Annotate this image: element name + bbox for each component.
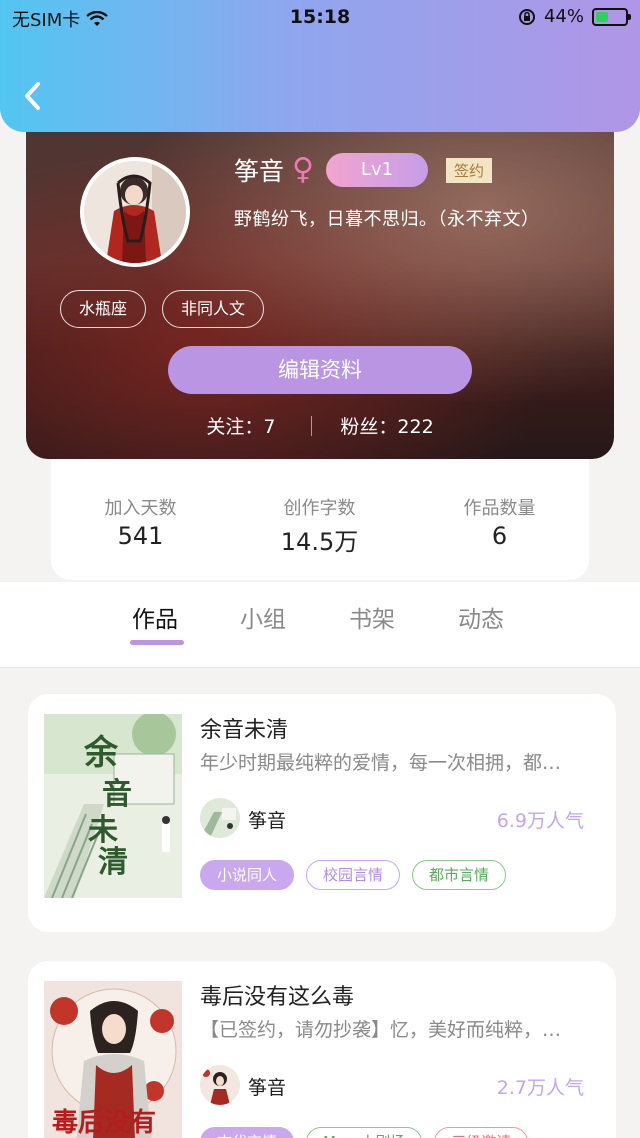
tab-bar: 作品 小组 书架 动态 xyxy=(0,582,640,668)
svg-text:毒后没有: 毒后没有 xyxy=(52,1108,156,1138)
work-description: 年少时期最纯粹的爱情，每一次相拥，都… xyxy=(200,752,562,774)
svg-text:清: 清 xyxy=(98,845,128,880)
back-button[interactable] xyxy=(18,78,50,114)
author-name[interactable]: 筝音 xyxy=(248,1073,286,1100)
stat-value: 6 xyxy=(491,522,508,550)
book-cover-image: 余 音 未 清 xyxy=(44,714,182,898)
work-tags: 古代言情 Mary小剧场 三级邀请 xyxy=(200,1127,529,1138)
tab-groups[interactable]: 小组 xyxy=(240,600,286,634)
book-cover[interactable]: 余 音 未 清 xyxy=(44,714,182,898)
level-badge: Lv1 xyxy=(326,153,428,187)
edit-profile-button[interactable]: 编辑资料 xyxy=(168,346,472,394)
followers-count[interactable]: 粉丝：222 xyxy=(340,412,433,439)
battery-area: 44% xyxy=(518,6,631,27)
stat-value: 14.5万 xyxy=(280,528,359,556)
divider xyxy=(311,415,313,436)
profile-tags: 水瓶座 非同人文 xyxy=(60,290,265,328)
battery-percent: 44% xyxy=(543,6,584,27)
author-name[interactable]: 筝音 xyxy=(248,806,286,833)
genre-tag[interactable]: 古代言情 xyxy=(200,1127,295,1138)
work-title[interactable]: 毒后没有这么毒 xyxy=(200,979,354,1011)
work-description: 【已签约，请勿抄袭】忆，美好而纯粹，… xyxy=(200,1019,562,1041)
book-cover[interactable]: 毒后没有 这么毒 xyxy=(44,981,182,1138)
stat-value: 541 xyxy=(117,522,164,550)
popularity-count: 2.7万人气 xyxy=(496,1077,584,1099)
stat-join-days: 加入天数 541 xyxy=(51,494,230,550)
avatar-image xyxy=(84,161,186,263)
profile-tag: 非同人文 xyxy=(162,290,265,328)
chevron-left-icon xyxy=(25,82,40,110)
svg-text:余: 余 xyxy=(83,733,119,773)
status-bar: 无SIM卡 15:18 44% xyxy=(0,0,640,36)
work-title[interactable]: 余音未清 xyxy=(200,712,288,744)
tab-bookshelf[interactable]: 书架 xyxy=(349,600,395,634)
genre-tag[interactable]: 校园言情 xyxy=(306,860,401,890)
signed-badge: 签约 xyxy=(446,157,493,183)
tab-works[interactable]: 作品 xyxy=(132,600,178,634)
stat-label: 加入天数 xyxy=(104,498,177,519)
stat-label: 作品数量 xyxy=(463,498,536,519)
work-card[interactable]: 余 音 未 清 余音未清 年少时期最纯粹的爱情，每一次相拥，都… 筝音 6.9万… xyxy=(28,694,616,932)
book-cover-image: 毒后没有 这么毒 xyxy=(44,981,182,1138)
profile-tag: 水瓶座 xyxy=(60,290,147,328)
genre-tag[interactable]: 都市言情 xyxy=(412,860,507,890)
active-tab-indicator xyxy=(130,640,184,645)
svg-text:未: 未 xyxy=(88,813,118,848)
name-row: 筝音 ♀ Lv1 签约 xyxy=(234,152,493,188)
battery-fill xyxy=(596,11,609,22)
svg-text:音: 音 xyxy=(102,777,132,812)
stat-works-count: 作品数量 6 xyxy=(410,494,589,550)
genre-tag[interactable]: Mary小剧场 xyxy=(306,1127,423,1138)
battery-icon xyxy=(592,7,631,26)
profile-card: 筝音 ♀ Lv1 签约 野鹤纷飞，日暮不思归。（永不弃文） 水瓶座 非同人文 编… xyxy=(26,100,614,459)
stat-word-count: 创作字数 14.5万 xyxy=(230,494,409,557)
author-avatar[interactable] xyxy=(200,798,240,838)
genre-tag[interactable]: 三级邀请 xyxy=(434,1127,529,1138)
stats-card: 加入天数 541 创作字数 14.5万 作品数量 6 xyxy=(51,438,589,580)
work-card[interactable]: 毒后没有 这么毒 毒后没有这么毒 【已签约，请勿抄袭】忆，美好而纯粹，… 筝音 … xyxy=(28,961,616,1138)
author-avatar[interactable] xyxy=(200,1065,240,1105)
stat-label: 创作字数 xyxy=(283,498,356,519)
user-name: 筝音 xyxy=(234,157,285,186)
genre-tag[interactable]: 小说同人 xyxy=(200,860,295,890)
author-avatar-image xyxy=(200,798,240,838)
author-avatar-image xyxy=(200,1065,240,1105)
female-icon: ♀ xyxy=(292,152,314,187)
avatar[interactable] xyxy=(80,157,190,267)
follow-stats: 关注：7 粉丝：222 xyxy=(26,412,614,439)
work-tags: 小说同人 校园言情 都市言情 xyxy=(200,860,507,890)
tab-activity[interactable]: 动态 xyxy=(458,600,504,634)
popularity-count: 6.9万人气 xyxy=(496,810,584,832)
following-count[interactable]: 关注：7 xyxy=(206,412,275,439)
user-motto: 野鹤纷飞，日暮不思归。（永不弃文） xyxy=(234,209,540,230)
orientation-lock-icon xyxy=(518,8,535,25)
